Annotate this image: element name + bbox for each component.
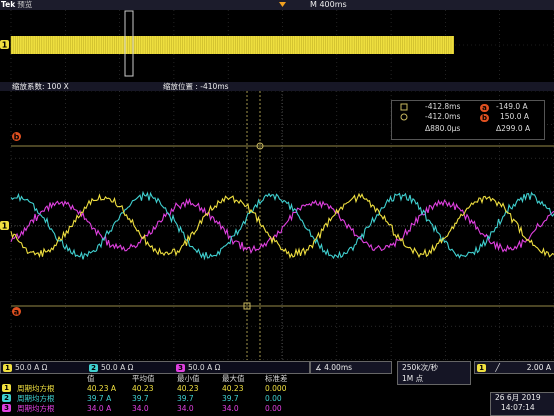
row-ch2-max: 39.7 bbox=[222, 394, 239, 403]
row-ch1-value: 40.23 A bbox=[87, 384, 116, 393]
cursor-b-value: 150.0 A bbox=[500, 112, 529, 121]
row-ch3-max: 34.0 bbox=[222, 404, 239, 413]
ref-a-marker-label: a bbox=[14, 308, 19, 317]
row-ch2-std: 0.00 bbox=[265, 394, 282, 403]
header-mean: 平均值 bbox=[132, 374, 155, 383]
ch1-ground-marker[interactable]: 1 bbox=[0, 221, 9, 231]
horizontal-scale-box[interactable]: ∡ 4.00ms bbox=[310, 361, 392, 374]
row-ch1-std: 0.000 bbox=[265, 384, 287, 393]
row-ch3-mean: 34.0 bbox=[132, 404, 149, 413]
measurement-table: 值 平均值 最小值 最大值 标准差 1 周期均方根 40.23 A 40.23 … bbox=[0, 374, 489, 414]
row-ch3-name: 周期均方根 bbox=[17, 404, 55, 413]
oscilloscope-display: 1 b 1 a bbox=[0, 0, 554, 360]
brand-logo: Tek bbox=[1, 0, 16, 9]
overview-ch1-marker-label: 1 bbox=[2, 41, 8, 50]
row-ch1-badge: 1 bbox=[2, 384, 11, 392]
row-ch1-min: 40.23 bbox=[177, 384, 199, 393]
row-ch3-std: 0.00 bbox=[265, 404, 282, 413]
row-ch2-mean: 39.7 bbox=[132, 394, 149, 403]
ch3-scale-value: 50.0 A Ω bbox=[188, 363, 221, 372]
title-bar-background bbox=[0, 0, 554, 10]
cursor-b-time-icon bbox=[400, 113, 408, 123]
cursor-b-ref-badge: b bbox=[480, 113, 489, 123]
row-ch2-min: 39.7 bbox=[177, 394, 194, 403]
overview-ch1-trace bbox=[11, 36, 454, 54]
zoom-info-bar: 缩放系数: 100 X 缩放位置 : -410ms bbox=[0, 82, 554, 91]
ch1-scale[interactable]: 1 50.0 A Ω bbox=[1, 362, 47, 373]
trigger-source-badge: 1 bbox=[477, 364, 486, 372]
ch3-badge: 3 bbox=[176, 364, 185, 372]
channel-scale-bar: 1 50.0 A Ω 2 50.0 A Ω 3 50.0 A Ω bbox=[0, 361, 310, 374]
cursor-a-time: -412.8ms bbox=[425, 102, 461, 111]
time-label: 14:07:14 bbox=[501, 403, 535, 412]
cursor-a-value: -149.0 A bbox=[496, 102, 528, 111]
zoom-factor-label[interactable]: 缩放系数: 100 X bbox=[12, 82, 69, 91]
cursor-delta-time: Δ880.0μs bbox=[425, 124, 461, 133]
sample-rate: 250k次/秒 bbox=[402, 363, 439, 372]
header-value: 值 bbox=[87, 374, 95, 383]
zoom-position-label[interactable]: 缩放位置 : -410ms bbox=[163, 82, 229, 91]
rising-edge-icon: ╱ bbox=[495, 363, 500, 372]
cursor-b-ref-badge-label: b bbox=[480, 114, 489, 122]
cursor-a-time-icon bbox=[400, 103, 408, 113]
date-time-box: 26 6月 2019 14:07:14 bbox=[490, 392, 554, 416]
row-ch3-value: 34.0 A bbox=[87, 404, 112, 413]
date-label: 26 6月 2019 bbox=[495, 393, 541, 402]
ch2-badge: 2 bbox=[89, 364, 98, 372]
row-ch3-badge: 3 bbox=[2, 404, 11, 412]
row-ch2-badge: 2 bbox=[2, 394, 11, 402]
main-timebase-label[interactable]: M 400ms bbox=[310, 0, 347, 10]
trigger-level: 2.00 A bbox=[526, 363, 551, 372]
brand-and-mode: Tek 预览 bbox=[1, 0, 32, 10]
header-max: 最大值 bbox=[222, 374, 245, 383]
row-ch3-min: 34.0 bbox=[177, 404, 194, 413]
preview-mode-label: 预览 bbox=[17, 0, 33, 9]
header-std: 标准差 bbox=[265, 374, 288, 383]
ch3-scale[interactable]: 3 50.0 A Ω bbox=[174, 362, 220, 373]
row-ch2-value: 39.7 A bbox=[87, 394, 112, 403]
cursor-a-ref-badge-label: a bbox=[480, 104, 489, 112]
horizontal-scale-icon: ∡ bbox=[315, 363, 322, 372]
row-ch2-name: 周期均方根 bbox=[17, 394, 55, 403]
cursor-a-ref-badge: a bbox=[480, 103, 489, 113]
row-ch1-name: 周期均方根 bbox=[17, 384, 55, 393]
overview-ch1-marker[interactable]: 1 bbox=[0, 40, 9, 50]
trigger-box[interactable]: 1 ╱ 2.00 A bbox=[474, 361, 554, 374]
ch1-scale-value: 50.0 A Ω bbox=[15, 363, 48, 372]
header-min: 最小值 bbox=[177, 374, 200, 383]
ch2-scale[interactable]: 2 50.0 A Ω bbox=[87, 362, 133, 373]
ref-b-marker-label: b bbox=[14, 133, 20, 142]
ch1-ground-marker-label: 1 bbox=[2, 222, 8, 231]
cursor-delta-value: Δ299.0 A bbox=[496, 124, 531, 133]
ch1-badge: 1 bbox=[3, 364, 12, 372]
row-ch1-max: 40.23 bbox=[222, 384, 244, 393]
horizontal-scale-value: 4.00ms bbox=[324, 363, 353, 372]
ch2-scale-value: 50.0 A Ω bbox=[101, 363, 134, 372]
cursor-readout-panel: -412.8ms a -149.0 A -412.0ms b 150.0 A Δ… bbox=[391, 100, 545, 140]
row-ch1-mean: 40.23 bbox=[132, 384, 154, 393]
cursor-b-time: -412.0ms bbox=[425, 112, 461, 121]
